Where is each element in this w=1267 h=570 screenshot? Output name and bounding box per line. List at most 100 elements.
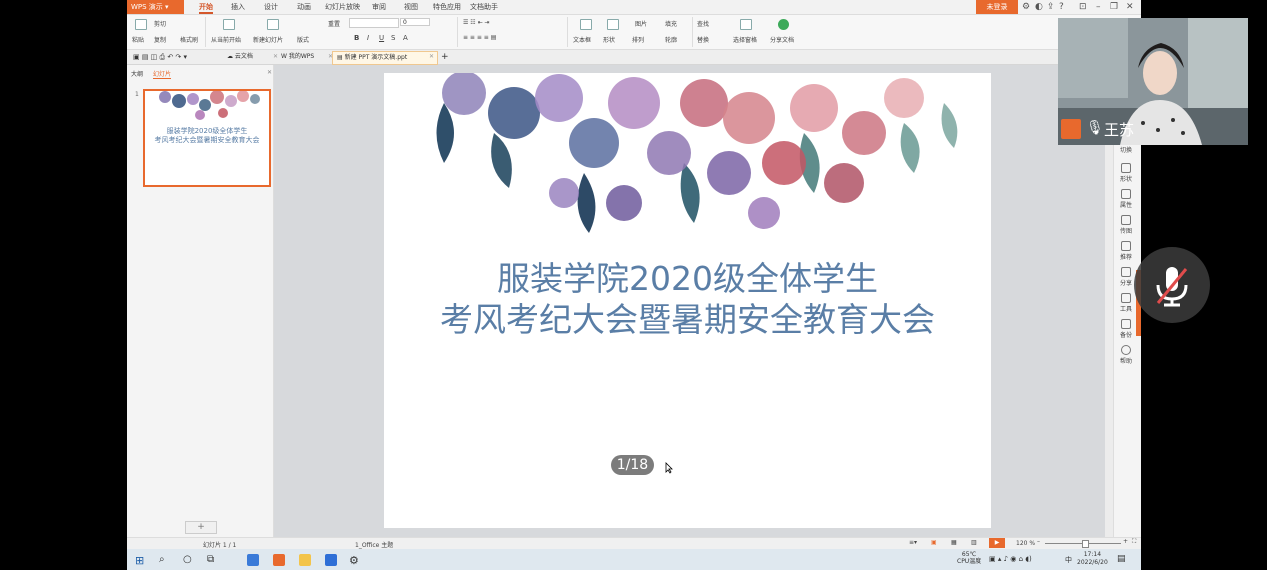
tab-doc-assistant[interactable]: 文档助手 — [470, 0, 498, 14]
task-view-icon[interactable]: ⧉ — [207, 554, 219, 566]
close-button[interactable]: ✕ — [1126, 0, 1134, 14]
slide-title[interactable]: 服装学院2020级全体学生 考风考纪大会暨暑期安全教育大会 — [384, 258, 991, 340]
fill-button[interactable]: 填充 — [665, 19, 677, 28]
sidebar-switch[interactable]: 切换 — [1114, 145, 1138, 154]
settings-icon[interactable]: ⚙ — [1022, 0, 1030, 14]
play-slideshow-button[interactable]: ▶ — [989, 538, 1005, 548]
cortana-icon[interactable]: ○ — [183, 554, 195, 566]
tab-outline[interactable]: 大纲 — [131, 69, 143, 78]
bullets-button[interactable]: ☰ ☷ ⇤ ⇥ — [463, 19, 490, 26]
select-pane-button[interactable]: 选择窗格 — [733, 35, 757, 44]
reset-button[interactable]: 重置 — [328, 19, 340, 28]
tab-slides[interactable]: 幻灯片 — [153, 69, 172, 79]
skin-icon[interactable]: ◐ — [1035, 0, 1043, 14]
help-icon[interactable]: ? — [1059, 0, 1064, 14]
app-menu-button[interactable]: WPS 演示 ▾ — [127, 0, 184, 14]
from-start-button[interactable]: 从当前开始 — [211, 35, 241, 44]
tab-insert[interactable]: 插入 — [231, 0, 245, 14]
notes-toggle-icon[interactable]: ≡▾ — [909, 539, 917, 546]
tab-animation[interactable]: 动画 — [297, 0, 311, 14]
zoom-slider-handle[interactable] — [1082, 540, 1089, 548]
sorter-view-icon[interactable]: ▦ — [951, 539, 957, 546]
cut-button[interactable]: 剪切 — [154, 19, 166, 28]
sidebar-help[interactable]: 帮助 — [1114, 345, 1138, 365]
find-button[interactable]: 查找 — [697, 19, 709, 28]
shape-icon — [1121, 163, 1131, 173]
participant-video[interactable]: 🎙 — [1058, 18, 1248, 145]
notification-icon[interactable]: ▤ — [1117, 554, 1126, 564]
sidebar-properties[interactable]: 属性 — [1114, 189, 1138, 209]
upload-image-label: 传图 — [1119, 228, 1132, 235]
paste-button[interactable]: 粘贴 — [132, 35, 144, 44]
paste-icon[interactable] — [135, 19, 147, 30]
fit-window-icon[interactable]: ⛶ — [1132, 538, 1136, 546]
text-box-button[interactable]: 文本框 — [573, 35, 591, 44]
font-size-field[interactable]: 0 — [400, 18, 430, 26]
new-slide-button[interactable]: 新建幻灯片 — [253, 35, 283, 44]
windows-start-icon[interactable]: ⊞ — [135, 554, 147, 567]
file-explorer-icon[interactable] — [299, 554, 311, 566]
tab-ppt-document[interactable]: ▤ 新建 PPT 演示文稿.ppt — [332, 51, 438, 65]
search-icon[interactable]: ⌕ — [159, 554, 171, 566]
restore-button[interactable]: ❐ — [1110, 0, 1118, 14]
add-slide-button[interactable]: + — [185, 521, 217, 534]
replace-button[interactable]: 替换 — [697, 35, 709, 44]
wps-word-icon[interactable] — [247, 554, 259, 566]
format-painter-button[interactable]: 格式刷 — [180, 35, 198, 44]
tab-slideshow[interactable]: 幻灯片放映 — [325, 0, 360, 14]
pin-icon[interactable]: ⊡ — [1079, 0, 1087, 14]
tab-home[interactable]: 开始 — [199, 0, 213, 14]
share-icon[interactable]: ⇪ — [1047, 0, 1055, 14]
shape-button[interactable]: 形状 — [603, 35, 615, 44]
tab-design[interactable]: 设计 — [264, 0, 278, 14]
login-button[interactable]: 未登录 — [976, 0, 1018, 14]
new-tab-button[interactable]: + — [437, 51, 453, 63]
meeting-app-icon[interactable] — [325, 554, 337, 566]
new-slide-icon[interactable] — [267, 19, 279, 30]
participant-name: 王苏 — [1104, 121, 1135, 139]
tab-special[interactable]: 特色应用 — [433, 0, 461, 14]
align-buttons[interactable]: ≡ ≡ ≡ ≡ ▤ — [463, 34, 496, 41]
play-from-current-icon[interactable] — [223, 19, 235, 30]
font-name-field[interactable] — [349, 18, 399, 28]
zoom-out-button[interactable]: – — [1037, 538, 1040, 545]
help-label: 帮助 — [1119, 358, 1132, 365]
picture-button[interactable]: 图片 — [635, 19, 647, 28]
copy-button[interactable]: 复制 — [154, 35, 166, 44]
text-box-icon[interactable] — [580, 19, 592, 30]
quick-access-icons[interactable]: ▣ ▤ ◫ ⎙ ↶ ↷ ▾ — [129, 51, 191, 63]
select-pane-icon[interactable] — [740, 19, 752, 30]
tray-icons[interactable]: ▣ ▴ ♪ ◉ ⌂ ◖) — [989, 555, 1032, 563]
outline-button[interactable]: 轮廓 — [665, 35, 677, 44]
share-doc-button[interactable]: 分享文档 — [770, 35, 794, 44]
sidebar-shape[interactable]: 形状 — [1114, 163, 1138, 183]
clock[interactable]: 17:14 2022/6/20 — [1077, 551, 1108, 567]
layout-button[interactable]: 版式 — [297, 35, 309, 44]
reading-view-icon[interactable]: ▥ — [971, 539, 977, 546]
tab-cloud-doc[interactable]: ☁ 云文档 — [223, 51, 257, 63]
close-panel-icon[interactable]: ✕ — [267, 69, 272, 76]
slide-canvas[interactable]: 服装学院2020级全体学生 考风考纪大会暨暑期安全教育大会 — [274, 65, 1112, 537]
italic-button[interactable]: I — [367, 34, 369, 42]
slide-thumbnail[interactable]: 服装学院2020级全体学生 考风考纪大会暨暑期安全教育大会 — [143, 89, 271, 187]
share-doc-icon[interactable] — [778, 19, 789, 30]
strike-button[interactable]: S — [391, 34, 395, 42]
minimize-button[interactable]: – — [1096, 0, 1101, 14]
arrange-button[interactable]: 排列 — [632, 35, 644, 44]
tab-view[interactable]: 视图 — [404, 0, 418, 14]
font-color-button[interactable]: A — [403, 34, 408, 42]
slide[interactable]: 服装学院2020级全体学生 考风考纪大会暨暑期安全教育大会 — [384, 73, 991, 528]
wps-presentation-icon[interactable] — [273, 554, 285, 566]
settings-icon[interactable]: ⚙ — [349, 554, 361, 567]
tab-my-wps[interactable]: W 我的WPS — [277, 51, 318, 63]
shape-icon[interactable] — [607, 19, 619, 30]
underline-button[interactable]: U — [379, 34, 384, 42]
ime-indicator[interactable]: 中 — [1065, 555, 1072, 565]
tab-review[interactable]: 审阅 — [372, 0, 386, 14]
mute-button[interactable] — [1134, 247, 1210, 323]
zoom-level[interactable]: 120 % — [1016, 540, 1035, 547]
bold-button[interactable]: B — [354, 34, 359, 42]
zoom-in-button[interactable]: + — [1123, 538, 1128, 545]
normal-view-icon[interactable]: ▣ — [931, 539, 937, 546]
sidebar-upload-image[interactable]: 传图 — [1114, 215, 1138, 235]
